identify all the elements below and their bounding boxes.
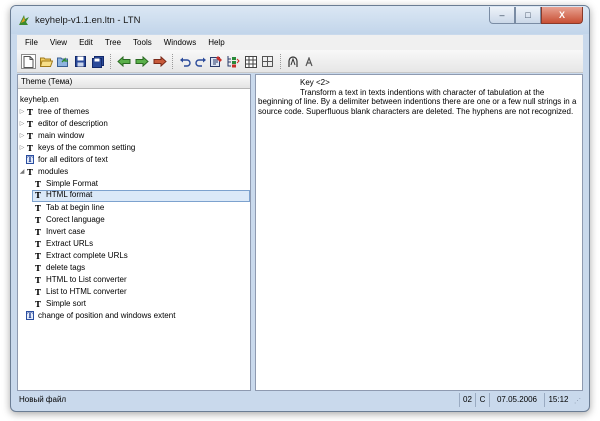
theme-icon: T	[27, 143, 33, 153]
theme-icon: T	[35, 251, 41, 261]
theme-page-icon: T	[26, 155, 34, 164]
tree-item[interactable]: T Extract complete URLs	[18, 250, 250, 262]
theme-icon: T	[27, 167, 33, 177]
save-icon[interactable]	[73, 54, 88, 69]
open-folder-icon[interactable]	[39, 54, 54, 69]
menu-edit[interactable]: Edit	[73, 38, 99, 47]
undo-icon[interactable]	[177, 54, 192, 69]
new-file-icon[interactable]	[21, 54, 36, 69]
theme-icon: T	[35, 263, 41, 273]
open-recent-icon[interactable]	[56, 54, 71, 69]
table-icon[interactable]	[243, 54, 258, 69]
menu-help[interactable]: Help	[202, 38, 230, 47]
save-all-icon[interactable]	[90, 54, 105, 69]
menu-tree[interactable]: Tree	[99, 38, 127, 47]
tree-pane-header[interactable]: Theme (Тема)	[18, 75, 250, 89]
bookmark-icon[interactable]	[285, 54, 300, 69]
tree-move-icon[interactable]	[226, 54, 241, 69]
tree-item[interactable]: ▷ T keys of the common setting	[18, 142, 250, 154]
description-pane[interactable]: Key <2> Transform a text in texts indent…	[255, 74, 583, 391]
expand-arrow-icon[interactable]: ▷	[18, 130, 26, 142]
menu-file[interactable]: File	[17, 38, 44, 47]
tree-item[interactable]: T Simple Format	[18, 178, 250, 190]
tree-item[interactable]: T delete tags	[18, 262, 250, 274]
tree-pane: Theme (Тема) keyhelp.en ▷ T tree of them…	[17, 74, 251, 391]
tree-item[interactable]: ▷ T main window	[18, 130, 250, 142]
tree-item[interactable]: ▷ T tree of themes	[18, 106, 250, 118]
title-bar[interactable]: keyhelp-v1.1.en.ltn - LTN – □ X	[11, 6, 589, 34]
main-window: keyhelp-v1.1.en.ltn - LTN – □ X File Vie…	[10, 5, 590, 412]
tree-item[interactable]: T Extract URLs	[18, 238, 250, 250]
theme-icon: T	[27, 119, 33, 129]
description-text: Transform a text in texts indentions wit…	[258, 87, 577, 116]
back-icon[interactable]	[116, 54, 131, 69]
toolbar-separator	[110, 54, 111, 69]
expand-arrow-icon[interactable]: ▷	[18, 118, 26, 130]
theme-icon: T	[27, 107, 33, 117]
theme-icon: T	[35, 190, 41, 200]
toolbar-separator	[172, 54, 173, 69]
theme-icon: T	[27, 131, 33, 141]
resize-grip-icon[interactable]: ⋰	[574, 397, 583, 406]
redo-icon[interactable]	[193, 54, 208, 69]
theme-icon: T	[35, 179, 41, 189]
status-position: 02	[459, 393, 475, 407]
theme-icon: T	[35, 275, 41, 285]
tree-item[interactable]: T HTML to List converter	[18, 274, 250, 286]
toolbar-separator	[280, 54, 281, 69]
tree-edit-icon[interactable]	[209, 54, 224, 69]
theme-icon: T	[35, 287, 41, 297]
tree-item[interactable]: T change of position and windows extent	[18, 310, 250, 322]
toolbar	[17, 50, 583, 73]
theme-icon: T	[35, 227, 41, 237]
grid-icon[interactable]	[260, 54, 275, 69]
status-bar: Новый файл 02 C 07.05.2006 15:12 ⋰	[17, 393, 583, 407]
theme-icon: T	[35, 215, 41, 225]
tree-item[interactable]: T Simple sort	[18, 298, 250, 310]
file-status: Новый файл	[19, 395, 67, 404]
caption-buttons: – □ X	[489, 7, 583, 24]
marker-icon[interactable]	[301, 54, 316, 69]
tree-item[interactable]: ◢ T modules	[18, 166, 250, 178]
close-button[interactable]: X	[541, 7, 583, 24]
status-mode: C	[475, 393, 489, 407]
tree-item[interactable]: T List to HTML converter	[18, 286, 250, 298]
collapse-arrow-icon[interactable]: ◢	[18, 166, 26, 178]
menu-windows[interactable]: Windows	[158, 38, 202, 47]
tree-item[interactable]: T Corect language	[18, 214, 250, 226]
minimize-button[interactable]: –	[489, 7, 515, 24]
menu-bar: File View Edit Tree Tools Windows Help	[17, 35, 583, 50]
theme-page-icon: T	[26, 311, 34, 320]
tree-item[interactable]: T Invert case	[18, 226, 250, 238]
key-label: Key <2>	[300, 78, 330, 87]
theme-icon: T	[35, 203, 41, 213]
status-time: 15:12	[544, 393, 572, 407]
tree-item[interactable]: T Tab at begin line	[18, 202, 250, 214]
menu-tools[interactable]: Tools	[127, 38, 158, 47]
tree-item[interactable]: T for all editors of text	[18, 154, 250, 166]
menu-view[interactable]: View	[44, 38, 73, 47]
tree-item[interactable]: ▷ T editor of description	[18, 118, 250, 130]
theme-icon: T	[35, 239, 41, 249]
window-title: keyhelp-v1.1.en.ltn - LTN	[35, 15, 141, 26]
forward-icon[interactable]	[134, 54, 149, 69]
status-date: 07.05.2006	[489, 393, 544, 407]
tree-item-selected[interactable]: T HTML format	[32, 190, 250, 202]
jump-icon[interactable]	[152, 54, 167, 69]
expand-arrow-icon[interactable]: ▷	[18, 106, 26, 118]
expand-arrow-icon[interactable]: ▷	[18, 142, 26, 154]
theme-icon: T	[35, 299, 41, 309]
maximize-button[interactable]: □	[515, 7, 541, 24]
app-icon	[19, 15, 29, 25]
